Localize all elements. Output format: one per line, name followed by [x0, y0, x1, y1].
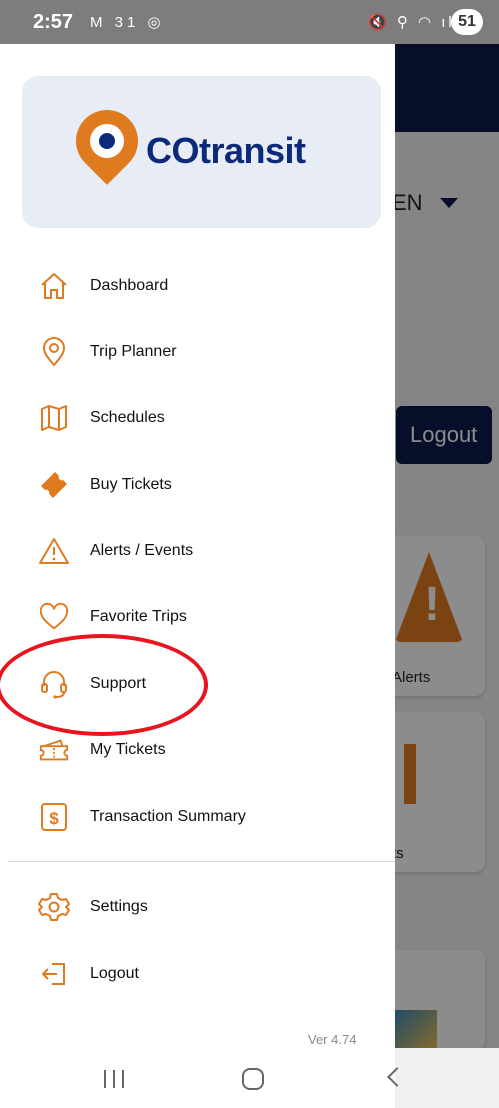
- navigation-drawer: COtransit Dashboard Trip Planner Schedul…: [0, 44, 395, 1048]
- menu-item-transaction-summary[interactable]: $ Transaction Summary: [0, 787, 395, 847]
- menu-item-label: My Tickets: [90, 741, 166, 758]
- menu-item-alerts-events[interactable]: Alerts / Events: [0, 521, 395, 581]
- map-icon: [38, 402, 70, 434]
- dollar-icon: $: [38, 801, 70, 833]
- logout-icon: [38, 958, 70, 990]
- menu-item-label: Alerts / Events: [90, 542, 194, 559]
- logo-pin-icon: [63, 97, 151, 185]
- notification-icons: M 31 ◎: [90, 14, 165, 31]
- annotation-circle: [0, 634, 208, 736]
- recent-apps-icon[interactable]: [104, 1070, 124, 1088]
- menu-item-label: Buy Tickets: [90, 476, 172, 493]
- home-button-icon[interactable]: [242, 1068, 264, 1090]
- menu-item-dashboard[interactable]: Dashboard: [0, 256, 395, 316]
- tickets-icon: [38, 734, 70, 766]
- status-bar: 2:57 M 31 ◎ 🔇 ⚲ ◠ ıl 51: [0, 0, 499, 44]
- heart-icon: [38, 601, 70, 633]
- menu-item-buy-tickets[interactable]: Buy Tickets: [0, 455, 395, 515]
- home-icon: [38, 270, 70, 302]
- menu-item-settings[interactable]: Settings: [0, 877, 395, 937]
- gear-icon: [38, 891, 70, 923]
- brand-logo-text: COtransit: [146, 130, 306, 171]
- system-icons: 🔇 ⚲ ◠ ıl: [368, 14, 455, 31]
- warning-icon: [38, 535, 70, 567]
- menu-divider: [8, 861, 395, 862]
- battery-icon: 51: [451, 9, 483, 35]
- menu-item-trip-planner[interactable]: Trip Planner: [0, 322, 395, 382]
- menu-item-label: Settings: [90, 898, 148, 915]
- system-nav-bar: [0, 1048, 499, 1108]
- menu-item-label: Favorite Trips: [90, 608, 187, 625]
- location-pin-icon: [38, 336, 70, 368]
- svg-text:$: $: [49, 809, 59, 828]
- menu-item-label: Schedules: [90, 409, 165, 426]
- status-time: 2:57: [33, 11, 74, 33]
- menu-item-label: Trip Planner: [90, 343, 177, 360]
- brand-logo-card: COtransit: [22, 76, 381, 228]
- menu-item-schedules[interactable]: Schedules: [0, 388, 395, 448]
- menu-item-label: Logout: [90, 965, 139, 982]
- menu-item-label: Transaction Summary: [90, 808, 246, 825]
- menu-item-label: Dashboard: [90, 277, 169, 294]
- app-version: Ver 4.74: [308, 1032, 357, 1047]
- menu-item-logout[interactable]: Logout: [0, 944, 395, 1004]
- ticket-icon: [38, 469, 70, 501]
